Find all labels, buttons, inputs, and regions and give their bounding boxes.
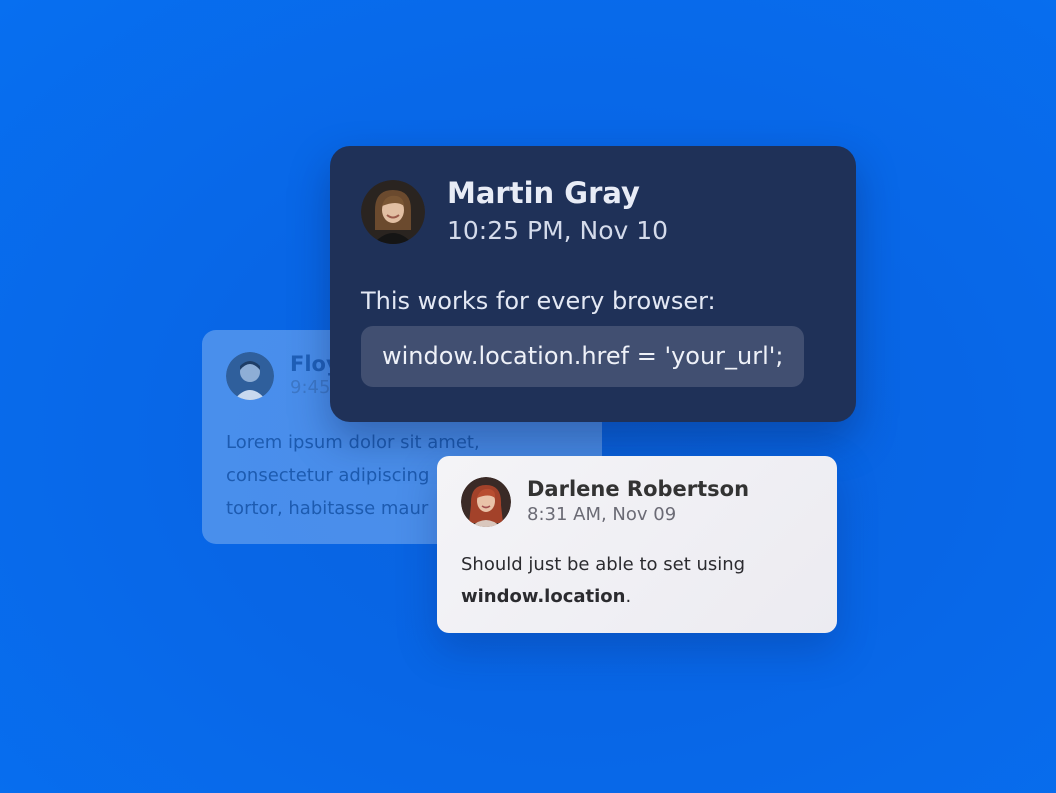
comment-header: Darlene Robertson 8:31 AM, Nov 09 (461, 476, 813, 527)
red-haired-woman-avatar-icon (461, 476, 511, 527)
comment-line: Should just be able to set using (461, 554, 746, 575)
comment-card-martin-gray: Martin Gray 10:25 PM, Nov 10 This works … (330, 146, 856, 422)
author-name: Darlene Robertson (527, 477, 750, 501)
comment-time: 10:25 PM, Nov 10 (447, 216, 669, 245)
comment-cards-scene: Floy 9:45 Lorem ipsum dolor sit amet, co… (0, 0, 1056, 793)
comment-line: Lorem ipsum dolor sit amet, (226, 432, 480, 453)
inline-code-bold: window.location (461, 586, 626, 607)
author-name: Martin Gray (447, 176, 640, 210)
woman-avatar-icon (361, 180, 425, 244)
comment-text: Should just be able to set using window.… (461, 549, 813, 613)
comment-meta: Darlene Robertson 8:31 AM, Nov 09 (527, 476, 749, 527)
man-avatar-icon (226, 352, 274, 400)
comment-meta: Martin Gray 10:25 PM, Nov 10 (447, 176, 668, 248)
code-snippet: window.location.href = 'your_url'; (361, 326, 805, 387)
comment-header: Martin Gray 10:25 PM, Nov 10 (361, 176, 825, 248)
comment-time: 8:31 AM, Nov 09 (527, 504, 677, 525)
comment-line: window.location. (461, 581, 813, 613)
sentence-end: . (625, 586, 632, 607)
comment-card-darlene-robertson: Darlene Robertson 8:31 AM, Nov 09 Should… (437, 456, 837, 633)
comment-text: This works for every browser: (361, 287, 716, 315)
